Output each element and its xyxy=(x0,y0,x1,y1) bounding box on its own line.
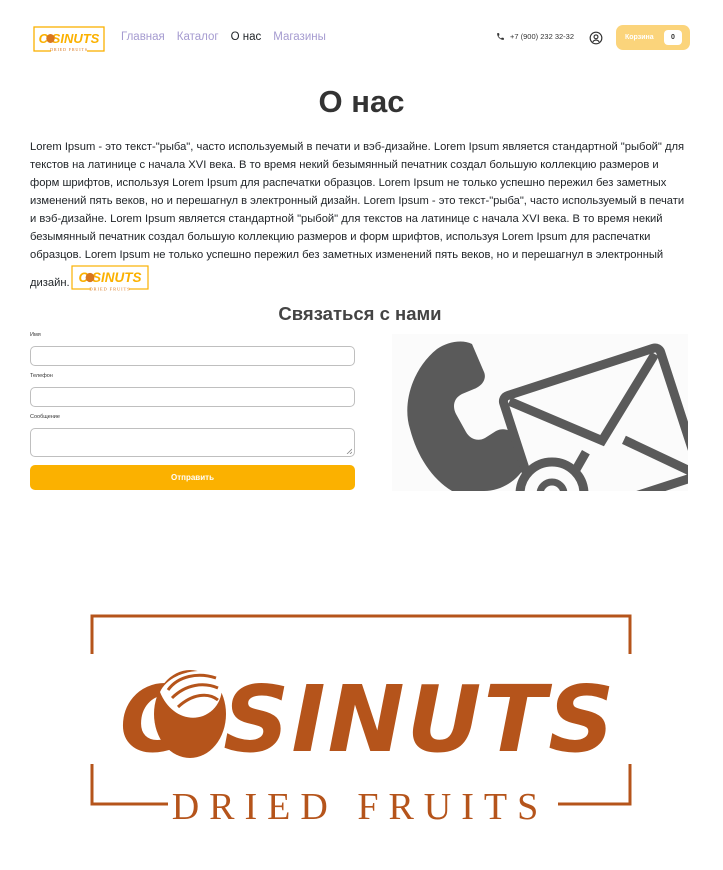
contact-title: Связаться с нами xyxy=(278,303,442,324)
brand-logo[interactable]: C SINUTS DRIED FRUITS xyxy=(33,24,105,54)
phone-mail-icon xyxy=(407,341,688,491)
phone-icon xyxy=(497,33,504,40)
hazelnut-icon xyxy=(154,670,226,758)
main-nav: Главная Каталог О нас Магазины xyxy=(121,31,326,43)
user-circle-icon[interactable] xyxy=(589,31,603,45)
svg-text:DRIED FRUITS: DRIED FRUITS xyxy=(50,47,88,52)
svg-text:DRIED FRUITS: DRIED FRUITS xyxy=(89,287,130,292)
cart-count-badge: 0 xyxy=(664,30,682,45)
message-label: Сообщение xyxy=(30,414,60,420)
site-header: C SINUTS DRIED FRUITS Главная Каталог О … xyxy=(0,0,723,76)
page-title: О нас xyxy=(318,84,405,119)
phone-input[interactable] xyxy=(30,387,355,407)
nav-item-home[interactable]: Главная xyxy=(121,31,165,43)
name-input[interactable] xyxy=(30,346,355,366)
message-textarea[interactable] xyxy=(30,428,355,457)
phone-label: Телефон xyxy=(30,373,53,379)
header-phone[interactable]: +7 (900) 232 32-32 xyxy=(496,32,574,41)
name-label: Имя xyxy=(30,332,41,338)
contact-illustration xyxy=(392,334,688,491)
contact-form: Имя Телефон Сообщение Отправить xyxy=(30,332,355,490)
phone-number: +7 (900) 232 32-32 xyxy=(510,32,575,41)
svg-text:DRIED FRUITS: DRIED FRUITS xyxy=(172,786,549,824)
footer-brand-logo: C SINUTS DRIED FRUITS xyxy=(90,614,632,824)
nav-item-about[interactable]: О нас xyxy=(231,31,262,43)
cart-button[interactable]: Корзина 0 xyxy=(616,25,690,50)
submit-button[interactable]: Отправить xyxy=(30,465,355,490)
nav-item-stores[interactable]: Магазины xyxy=(273,31,326,43)
nav-item-catalog[interactable]: Каталог xyxy=(177,31,219,43)
resize-handle-icon[interactable] xyxy=(346,448,352,454)
about-text: Lorem Ipsum - это текст-"рыба", часто ис… xyxy=(30,138,690,292)
cart-label: Корзина xyxy=(625,34,654,41)
inline-brand-logo: C SINUTS DRIED FRUITS xyxy=(71,265,149,292)
